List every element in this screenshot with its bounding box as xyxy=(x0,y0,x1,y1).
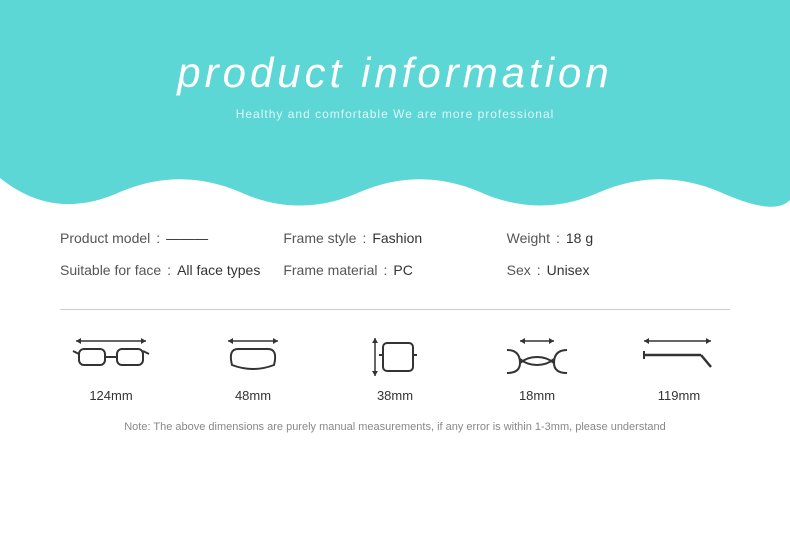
dim-label-5: 119mm xyxy=(658,388,700,403)
face-type-sep: : xyxy=(167,262,171,278)
dim-icon-3 xyxy=(355,335,435,380)
dim-icon-5 xyxy=(639,335,719,380)
dim-label-4: 18mm xyxy=(519,388,555,403)
info-row-2: Suitable for face : All face types Frame… xyxy=(60,262,730,278)
note-section: Note: The above dimensions are purely ma… xyxy=(0,413,790,441)
wave-divider xyxy=(0,170,790,210)
dim-item-2: 48mm xyxy=(213,335,293,403)
dimensions-section: 124mm 48mm xyxy=(0,325,790,413)
section-divider xyxy=(60,309,730,310)
dim-item-5: 119mm xyxy=(639,335,719,403)
info-row-1: Product model : ——— Frame style : Fashio… xyxy=(60,230,730,246)
frame-material-sep: : xyxy=(383,262,387,278)
sex-label: Sex xyxy=(507,262,531,278)
frame-material-col: Frame material : PC xyxy=(283,262,506,278)
note-text: Note: The above dimensions are purely ma… xyxy=(124,421,666,433)
weight-label: Weight xyxy=(507,230,550,246)
product-model-label: Product model xyxy=(60,230,150,246)
frame-material-label: Frame material xyxy=(283,262,377,278)
face-type-value: All face types xyxy=(177,262,260,278)
info-section: Product model : ——— Frame style : Fashio… xyxy=(0,210,790,304)
frame-style-value: Fashion xyxy=(372,230,422,246)
header-section: product information Healthy and comforta… xyxy=(0,0,790,170)
weight-value: 18 g xyxy=(566,230,593,246)
weight-col: Weight : 18 g xyxy=(507,230,730,246)
product-model-sep: : xyxy=(156,230,160,246)
frame-material-value: PC xyxy=(393,262,412,278)
dim-label-3: 38mm xyxy=(377,388,413,403)
dim-item-1: 124mm xyxy=(71,335,151,403)
sex-value: Unisex xyxy=(547,262,590,278)
frame-style-sep: : xyxy=(362,230,366,246)
dim-item-4: 18mm xyxy=(497,335,577,403)
frame-style-label: Frame style xyxy=(283,230,356,246)
dim-label-2: 48mm xyxy=(235,388,271,403)
product-model-value: ——— xyxy=(166,230,208,246)
dim-icon-1 xyxy=(71,335,151,380)
product-model-col: Product model : ——— xyxy=(60,230,283,246)
sex-sep: : xyxy=(537,262,541,278)
dim-icon-2 xyxy=(213,335,293,380)
header-subtitle: Healthy and comfortable We are more prof… xyxy=(236,107,555,121)
dim-label-1: 124mm xyxy=(89,388,132,403)
dim-item-3: 38mm xyxy=(355,335,435,403)
sex-col: Sex : Unisex xyxy=(507,262,730,278)
weight-sep: : xyxy=(556,230,560,246)
dim-icon-4 xyxy=(497,335,577,380)
page-title: product information xyxy=(177,49,613,97)
face-type-col: Suitable for face : All face types xyxy=(60,262,283,278)
face-type-label: Suitable for face xyxy=(60,262,161,278)
frame-style-col: Frame style : Fashion xyxy=(283,230,506,246)
